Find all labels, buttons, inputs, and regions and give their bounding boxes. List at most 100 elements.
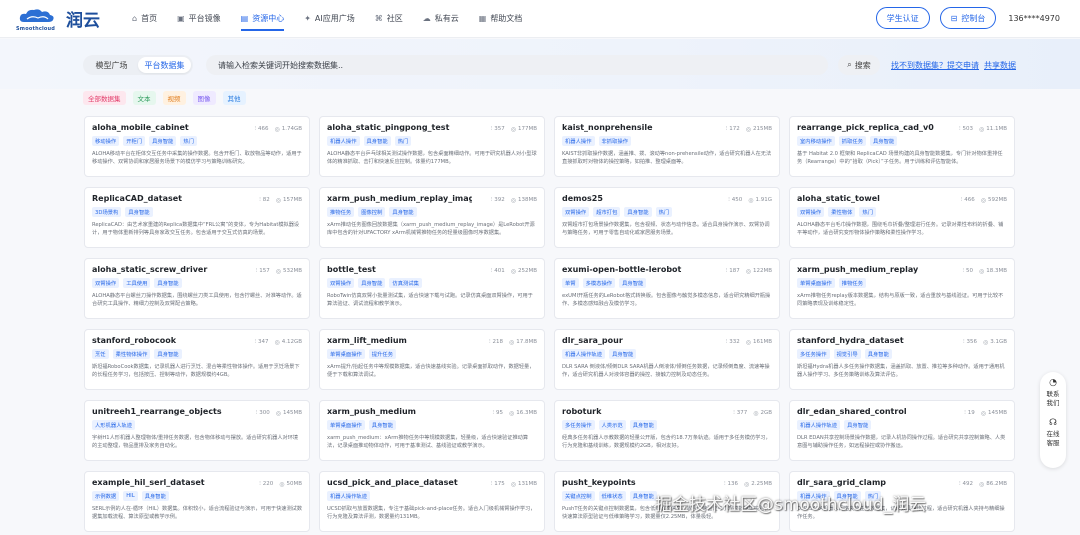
- brand-name: 润云: [66, 11, 100, 31]
- dataset-card[interactable]: aloha_static_pingpong_test ⫶ 357 ◎ 177MB 机器人操…: [319, 116, 545, 177]
- dataset-card[interactable]: xarm_push_medium ⫶ 95 ◎ 16.3MB 单臂桌面操作 具身智能 xarm…: [319, 400, 545, 461]
- filter-chip-1[interactable]: 文本: [132, 91, 156, 105]
- dataset-title[interactable]: aloha_static_towel: [797, 194, 942, 203]
- nav-item-1[interactable]: ▣ 平台镜像: [167, 0, 231, 38]
- dataset-card[interactable]: stanford_robocook ⫶ 347 ◎ 4.12GB 烹饪 柔性物体操作 具身智能…: [84, 329, 310, 390]
- download-count: 172: [729, 126, 740, 132]
- dataset-title[interactable]: bottle_test: [327, 265, 472, 274]
- student-cert-button[interactable]: 学生认证: [875, 7, 930, 29]
- nav-item-3[interactable]: ✦ AI应用广场: [294, 0, 365, 38]
- dataset-title[interactable]: dlr_sara_pour: [562, 336, 707, 345]
- dataset-card[interactable]: aloha_mobile_cabinet ⫶ 466 ◎ 1.74GB 移动操作 开柜门 具身…: [84, 116, 310, 177]
- search-button[interactable]: ⌕ 搜索: [838, 55, 880, 75]
- dataset-card[interactable]: demos25 ⫶ 450 ◎ 1.91G 双臂操作 超市打包 具身智能 热门 双臂超市打包场景操…: [554, 187, 780, 248]
- dataset-description: DLR SARA 倒液体/倾倒DLR SARA机器人倒液体/倾倒任务数据，记录倾…: [562, 364, 770, 378]
- dataset-card[interactable]: bottle_test ⫶ 401 ◎ 252MB 双臂操作 具身智能 仿真测试集 RoboTw…: [319, 258, 545, 319]
- dataset-title[interactable]: xarm_push_medium_replay: [797, 265, 942, 274]
- dataset-title[interactable]: ucsd_pick_and_place_dataset: [327, 478, 472, 487]
- filter-chip-2[interactable]: 视频: [162, 91, 186, 105]
- console-button[interactable]: ⊟ 控制台: [939, 7, 997, 29]
- dataset-title[interactable]: roboturk: [562, 407, 707, 416]
- dataset-size: 122MB: [752, 268, 772, 274]
- contact-icon[interactable]: ◔: [1049, 378, 1057, 388]
- dataset-tag: 视觉引导: [833, 349, 861, 359]
- dataset-card[interactable]: unitreeh1_rearrange_objects ⫶ 300 ◎ 145MB 人形机…: [84, 400, 310, 461]
- dataset-title[interactable]: rearrange_pick_replica_cad_v0: [797, 123, 942, 132]
- nav-item-5[interactable]: ☁ 私有云: [413, 0, 469, 38]
- dataset-title[interactable]: dlr_sara_grid_clamp: [797, 478, 942, 487]
- dataset-card[interactable]: xarm_push_medium_replay ⫶ 50 ◎ 18.3MB 单臂桌面操作推…: [789, 258, 1015, 319]
- tab-model-market[interactable]: 模型广场: [85, 57, 138, 73]
- dataset-tag: 双臂操作: [797, 207, 825, 217]
- dataset-card[interactable]: dlr_sara_pour ⫶ 332 ◎ 161MB 机器人操作轨迹 具身智能 DLR SA…: [554, 329, 780, 390]
- dataset-tag: 具身智能: [864, 349, 892, 359]
- online-service-label[interactable]: 在线客服: [1046, 430, 1060, 448]
- dataset-description: UCSD抓取与放置数据集，专注于基础pick-and-place任务。适合入门级…: [327, 506, 536, 520]
- dataset-tag: 具身智能: [141, 491, 169, 501]
- dataset-card[interactable]: example_hil_serl_dataset ⫶ 220 ◎ 50MB 示例数据 HIL…: [84, 471, 310, 532]
- dataset-title[interactable]: aloha_static_screw_driver: [92, 265, 237, 274]
- dataset-description: 斯坦福Hydra机器人多任务操作数据集，涵盖抓取、放置、推拉等多种动作。适用于通…: [797, 364, 1005, 378]
- dataset-card[interactable]: ReplicaCAD_dataset ⫶ 82 ◎ 157MB 3D场景构 具身智能 Repl…: [84, 187, 310, 248]
- dataset-card[interactable]: kaist_nonprehensile ⫶ 172 ◎ 215MB 机器人操作 非抓取操作 K…: [554, 116, 780, 177]
- request-dataset-link[interactable]: 找不到数据集？提交申请: [891, 60, 979, 71]
- bar-chart-icon: ⫶: [723, 480, 726, 487]
- dataset-title[interactable]: unitreeh1_rearrange_objects: [92, 407, 237, 416]
- side-float-widget: ◔ 联系我们 ☊ 在线客服: [1040, 372, 1066, 468]
- cube-icon: ▣: [177, 14, 185, 23]
- dataset-title[interactable]: demos25: [562, 194, 707, 203]
- dataset-title[interactable]: dlr_edan_shared_control: [797, 407, 942, 416]
- nav-item-0[interactable]: ⌂ 首页: [122, 0, 167, 38]
- dataset-title[interactable]: exumi-open-bottle-lerobot: [562, 265, 707, 274]
- bar-chart-icon: ⫶: [490, 125, 493, 132]
- filter-chip-3[interactable]: 图像: [192, 91, 216, 105]
- dataset-tag: 热门: [180, 136, 197, 146]
- nav-item-4[interactable]: ⌘ 社区: [365, 0, 413, 38]
- dataset-card[interactable]: xarm_push_medium_replay_image ⫶ 392 ◎ 138MB 推…: [319, 187, 545, 248]
- dataset-title[interactable]: xarm_push_medium: [327, 407, 472, 416]
- nav-label: 帮助文档: [490, 14, 523, 23]
- dataset-title[interactable]: stanford_robocook: [92, 336, 237, 345]
- dataset-tag: 具身智能: [363, 136, 391, 146]
- search-input[interactable]: 请输入检索关键词开始搜索数据集..: [206, 55, 828, 75]
- storage-icon: ◎: [978, 125, 985, 133]
- dataset-card[interactable]: dlr_edan_shared_control ⫶ 19 ◎ 145MB 机器人操作轨迹具…: [789, 400, 1015, 461]
- contact-us-label[interactable]: 联系我们: [1046, 390, 1060, 408]
- filter-chip-0[interactable]: 全部数据集: [83, 91, 126, 105]
- dataset-title[interactable]: stanford_hydra_dataset: [797, 336, 942, 345]
- dataset-title[interactable]: aloha_static_pingpong_test: [327, 123, 472, 132]
- dataset-title[interactable]: xarm_lift_medium: [327, 336, 472, 345]
- dataset-title[interactable]: example_hil_serl_dataset: [92, 478, 237, 487]
- dataset-size: 3.1GB: [990, 339, 1007, 345]
- dataset-title[interactable]: ReplicaCAD_dataset: [92, 194, 237, 203]
- dataset-card[interactable]: aloha_static_screw_driver ⫶ 157 ◎ 532MB 双臂操作工…: [84, 258, 310, 319]
- dataset-title[interactable]: aloha_mobile_cabinet: [92, 123, 237, 132]
- dataset-tag: 具身智能: [368, 420, 396, 430]
- headset-icon[interactable]: ☊: [1049, 418, 1057, 428]
- dataset-card[interactable]: rearrange_pick_replica_cad_v0 ⫶ 503 ◎ 11.1MB…: [789, 116, 1015, 177]
- dataset-stats: ⫶ 95 ◎ 16.3MB: [492, 409, 537, 417]
- dataset-card[interactable]: exumi-open-bottle-lerobot ⫶ 187 ◎ 122MB 单臂 多模态…: [554, 258, 780, 319]
- dataset-card[interactable]: ucsd_pick_and_place_dataset ⫶ 175 ◎ 131MB 机器人…: [319, 471, 545, 532]
- dataset-size: 1.74GB: [281, 126, 302, 132]
- tab-dataset-platform[interactable]: 平台数据集: [138, 57, 191, 73]
- share-data-link[interactable]: 共享数据: [984, 60, 1016, 71]
- dataset-title[interactable]: xarm_push_medium_replay_image: [327, 194, 472, 203]
- dataset-stats: ⫶ 82 ◎ 157MB: [259, 196, 302, 204]
- download-count: 220: [262, 481, 274, 487]
- filter-chip-4[interactable]: 其他: [222, 91, 246, 105]
- dataset-title[interactable]: pusht_keypoints: [562, 478, 707, 487]
- download-count: 300: [259, 410, 270, 416]
- dataset-tag: 烹饪: [92, 349, 109, 359]
- user-account[interactable]: 136****4970: [1008, 14, 1060, 23]
- dataset-card[interactable]: aloha_static_towel ⫶ 466 ◎ 592MB 双臂操作 柔性物体 热门 AL…: [789, 187, 1015, 248]
- home-icon: ⌂: [132, 14, 138, 23]
- brand-logo[interactable]: Smoothcloud 润云: [16, 4, 116, 34]
- dataset-card[interactable]: xarm_lift_medium ⫶ 218 ◎ 17.8MB 单臂桌面操作 提升任务 xAr…: [319, 329, 545, 390]
- storage-icon: ◎: [508, 409, 515, 417]
- dataset-card[interactable]: stanford_hydra_dataset ⫶ 356 ◎ 3.1GB 多任务操作 视觉引…: [789, 329, 1015, 390]
- dataset-card[interactable]: roboturk ⫶ 377 ◎ 2GB 多任务操作 人类示范 具身智能 经典多任务机器人示教数…: [554, 400, 780, 461]
- nav-item-2[interactable]: ▤ 资源中心: [231, 0, 295, 38]
- nav-item-6[interactable]: ▦ 帮助文档: [469, 0, 533, 38]
- dataset-title[interactable]: kaist_nonprehensile: [562, 123, 707, 132]
